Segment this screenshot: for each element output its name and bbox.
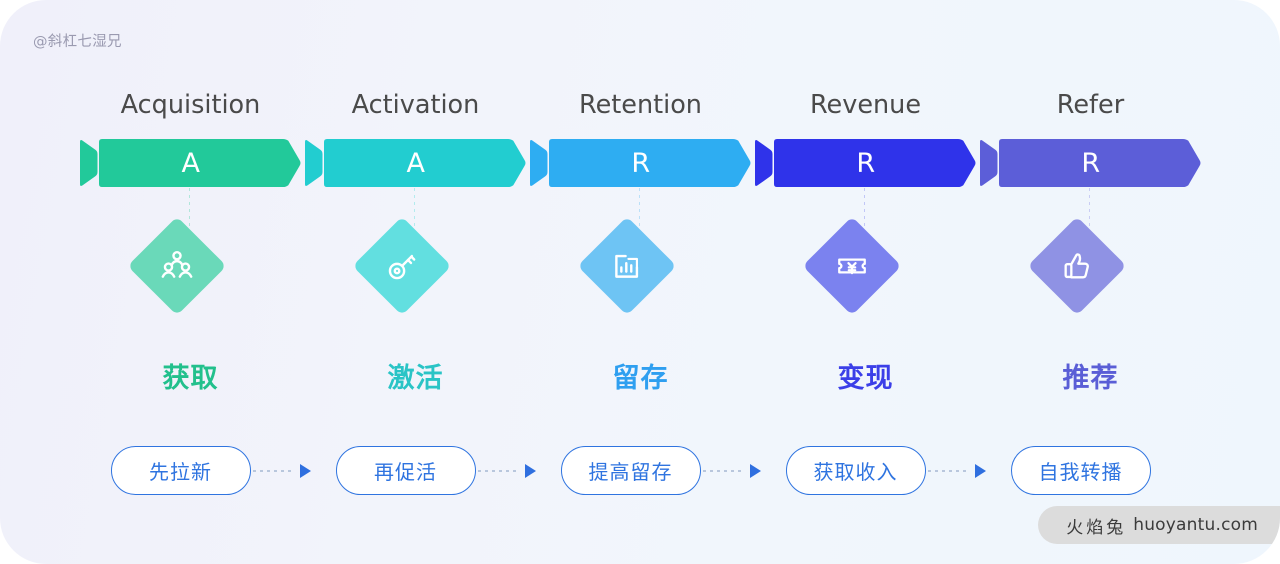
stage-letter: R bbox=[631, 147, 651, 179]
arrow-dotted-line bbox=[478, 470, 520, 472]
chevron-diamond-connector bbox=[864, 188, 865, 232]
arrow-dotted-line bbox=[928, 470, 970, 472]
stage-label-chinese: 激活 bbox=[387, 363, 444, 394]
stage-chevron[interactable]: R bbox=[530, 139, 752, 187]
stage-label-chinese: 留存 bbox=[612, 363, 669, 394]
arrow-head-icon bbox=[300, 464, 311, 478]
stage-column-refer: Refer R 推荐 自我转播 bbox=[978, 0, 1203, 564]
stage-action-pill[interactable]: 获取收入 bbox=[785, 446, 926, 495]
stage-letter: R bbox=[1081, 147, 1101, 179]
pill-flow-arrow bbox=[253, 464, 311, 478]
stage-action-pill[interactable]: 再促活 bbox=[335, 446, 476, 495]
arrow-dotted-line bbox=[703, 470, 745, 472]
stage-diamond[interactable] bbox=[577, 216, 676, 316]
pill-flow-arrow bbox=[928, 464, 986, 478]
stage-chevron[interactable]: R bbox=[980, 139, 1202, 187]
screenshot-root: @斜杠七湿兄 Acquisition A 获取 先拉新 Activation A… bbox=[0, 0, 1280, 564]
stage-action-pill[interactable]: 提高留存 bbox=[560, 446, 701, 495]
site-watermark-en: huoyantu.com bbox=[1133, 515, 1258, 535]
chevron-diamond-connector bbox=[1089, 188, 1090, 232]
site-watermark-badge: 火焰兔 huoyantu.com bbox=[1038, 506, 1280, 544]
pill-flow-arrow bbox=[703, 464, 761, 478]
stage-letter: R bbox=[856, 147, 876, 179]
stage-column-activation: Activation A 激活 再促活 bbox=[303, 0, 528, 564]
diagram-card: @斜杠七湿兄 Acquisition A 获取 先拉新 Activation A… bbox=[0, 0, 1280, 564]
stage-label-chinese: 变现 bbox=[837, 363, 894, 394]
stage-letter: A bbox=[406, 147, 426, 179]
stage-title-english: Activation bbox=[351, 90, 480, 120]
site-watermark-cn: 火焰兔 bbox=[1066, 517, 1127, 538]
stage-diamond[interactable] bbox=[802, 216, 901, 316]
stage-action-pill[interactable]: 自我转播 bbox=[1010, 446, 1151, 495]
chevron-diamond-connector bbox=[639, 188, 640, 232]
stage-title-english: Acquisition bbox=[120, 90, 261, 120]
arrow-head-icon bbox=[975, 464, 986, 478]
stage-label-chinese: 获取 bbox=[162, 363, 219, 394]
stage-column-revenue: Revenue R 变现 获取收入 bbox=[753, 0, 978, 564]
stage-diamond[interactable] bbox=[352, 216, 451, 316]
chevron-diamond-connector bbox=[414, 188, 415, 232]
stage-title-english: Revenue bbox=[809, 90, 922, 120]
stage-title-english: Retention bbox=[579, 90, 702, 120]
pill-flow-arrow bbox=[478, 464, 536, 478]
stage-chevron[interactable]: A bbox=[305, 139, 527, 187]
stage-column-retention: Retention R 留存 提高留存 bbox=[528, 0, 753, 564]
stage-title-english: Refer bbox=[1056, 90, 1125, 120]
arrow-dotted-line bbox=[253, 470, 295, 472]
stage-action-pill[interactable]: 先拉新 bbox=[110, 446, 251, 495]
stage-chevron[interactable]: R bbox=[755, 139, 977, 187]
arrow-head-icon bbox=[525, 464, 536, 478]
arrow-head-icon bbox=[750, 464, 761, 478]
stage-diamond[interactable] bbox=[127, 216, 226, 316]
stage-label-chinese: 推荐 bbox=[1062, 363, 1119, 394]
stage-diamond[interactable] bbox=[1027, 216, 1126, 316]
stage-letter: A bbox=[181, 147, 201, 179]
stage-column-acquisition: Acquisition A 获取 先拉新 bbox=[78, 0, 303, 564]
chevron-diamond-connector bbox=[189, 188, 190, 232]
stage-chevron[interactable]: A bbox=[80, 139, 302, 187]
